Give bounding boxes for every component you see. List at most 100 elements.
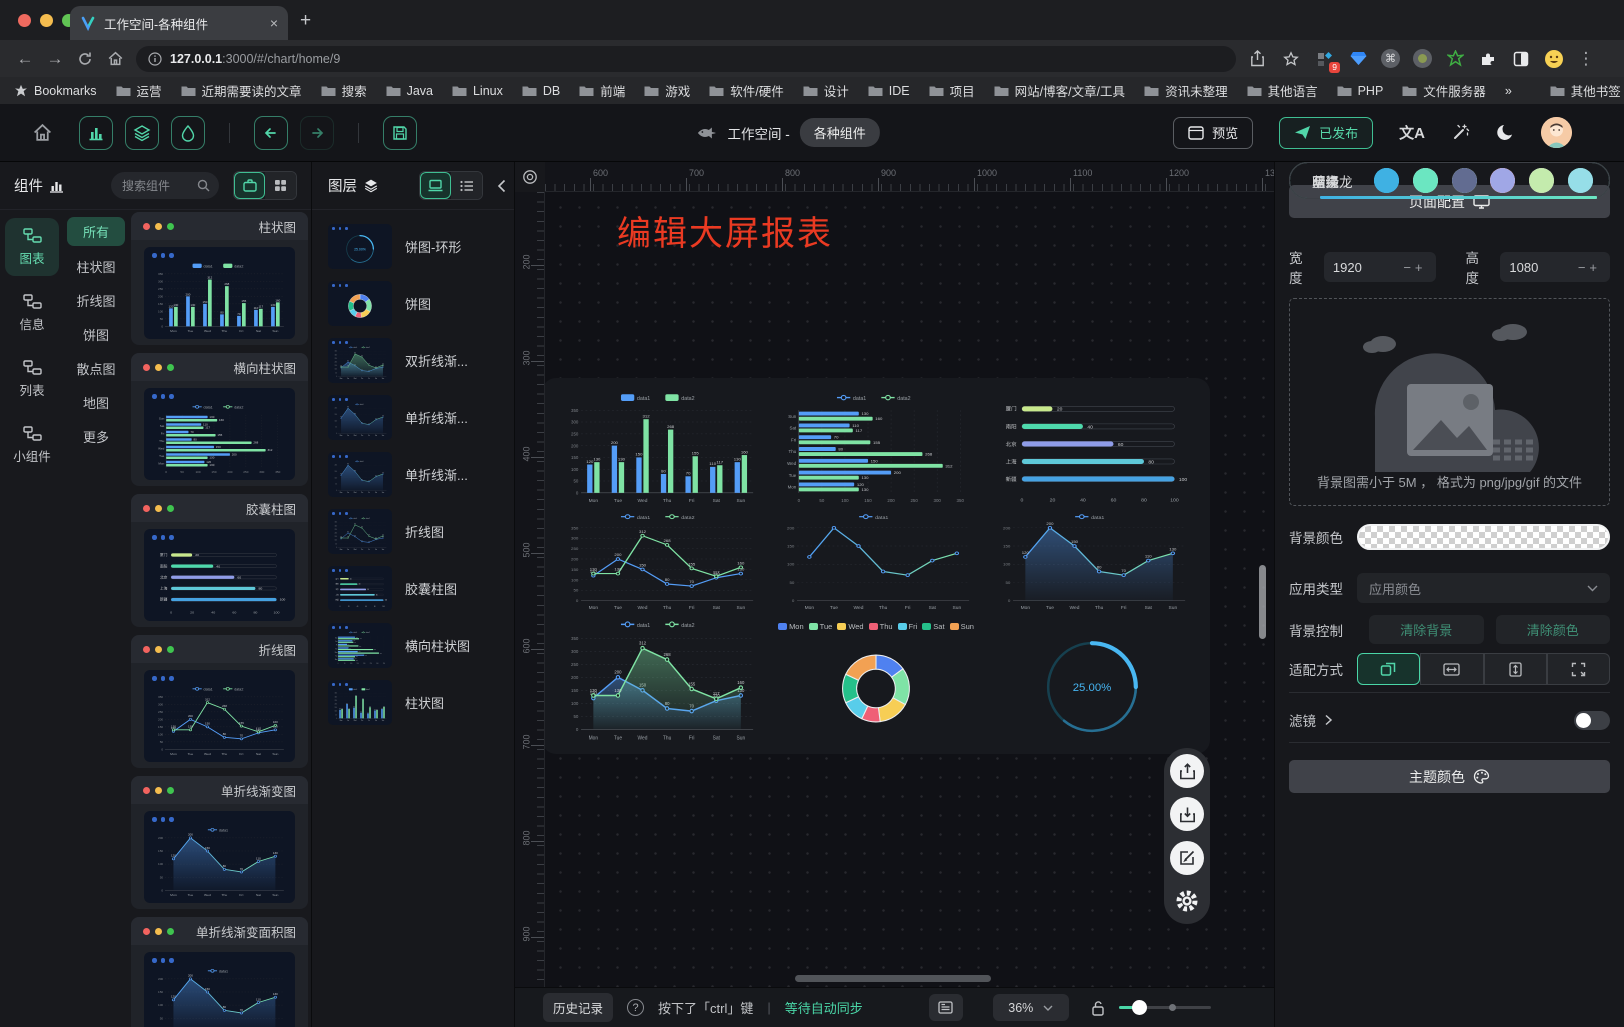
search-input[interactable] — [120, 178, 193, 194]
line-chart-component[interactable]: data1data2050100150200250300350MonTueWed… — [556, 508, 764, 614]
bookmark-folder[interactable]: 近期需要读的文章 — [181, 81, 302, 100]
app-type-select[interactable]: 应用颜色 — [1357, 573, 1610, 603]
bookmark-folder[interactable]: 其他语言 — [1247, 81, 1318, 100]
bookmarks-manager[interactable]: Bookmarks — [14, 84, 97, 98]
bg-color-swatch[interactable] — [1357, 524, 1610, 550]
capsule-chart-component[interactable]: 厦门20南阳40北京60上海80新疆100020406080100 — [988, 388, 1196, 508]
progress-ring-component[interactable]: 25.00% — [988, 614, 1196, 746]
undo-button[interactable] — [254, 116, 288, 150]
layer-item[interactable]: data1050100150200MonTueWedThuFriSatSun12… — [312, 389, 514, 446]
bookmark-folder[interactable]: 文件服务器 — [1402, 81, 1486, 100]
double-line-area-chart-component[interactable]: data1data2050100150200250300350MonTueWed… — [556, 614, 764, 746]
layer-item[interactable]: data1data2050100150200250300350MonTueWed… — [312, 332, 514, 389]
detail-panel-toggle-button[interactable] — [171, 116, 205, 150]
component-search[interactable] — [111, 172, 219, 199]
zoom-select[interactable]: 36% — [993, 994, 1069, 1021]
slider-knob[interactable] — [1132, 1000, 1147, 1015]
bookmark-star-icon[interactable] — [1283, 51, 1299, 67]
language-toggle-icon[interactable]: 文A — [1399, 122, 1425, 143]
rail-tab[interactable]: 图表 — [5, 218, 59, 276]
bookmark-folder[interactable]: 设计 — [803, 81, 849, 100]
browser-menu-icon[interactable]: ⋮ — [1577, 49, 1595, 69]
browser-tab[interactable]: 工作空间-各种组件 × — [70, 6, 288, 40]
clear-color-button[interactable]: 清除颜色 — [1496, 615, 1611, 644]
pie-chart-component[interactable]: MonTueWedThuFriSatSun — [772, 614, 980, 746]
new-tab-button[interactable]: + — [300, 10, 311, 32]
bookmark-folder[interactable]: 游戏 — [644, 81, 690, 100]
category-item[interactable]: 柱状图 — [67, 249, 125, 283]
layer-view-list-button[interactable] — [451, 172, 482, 199]
magic-wand-icon[interactable] — [1451, 123, 1470, 142]
category-item[interactable]: 所有 — [67, 217, 125, 246]
home-icon[interactable] — [100, 50, 130, 67]
gradient-line-chart-component[interactable]: data1050100150200MonTueWedThuFriSatSun — [772, 508, 980, 614]
component-card[interactable]: 单折线渐变图 data1050100150200MonTueWedThuFriS… — [131, 776, 308, 909]
category-item[interactable]: 饼图 — [67, 317, 125, 351]
gem-extension-icon[interactable] — [1348, 49, 1368, 69]
publish-button[interactable]: 已发布 — [1279, 117, 1373, 149]
star-extension-icon[interactable] — [1445, 49, 1465, 69]
toggle-detail-bar-button[interactable] — [929, 994, 963, 1021]
category-item[interactable]: 散点图 — [67, 351, 125, 385]
history-button[interactable]: 历史记录 — [543, 993, 613, 1022]
bookmark-folder[interactable]: DB — [522, 84, 560, 98]
category-item[interactable]: 折线图 — [67, 283, 125, 317]
bookmark-folder[interactable]: Java — [386, 84, 433, 98]
vertical-scrollbar-thumb[interactable] — [1259, 565, 1266, 639]
rail-tab[interactable]: 小组件 — [5, 416, 59, 474]
extension-tiles-icon[interactable]: 9 — [1315, 49, 1335, 69]
layer-item[interactable]: 25.00% 饼图-环形 — [312, 218, 514, 275]
puzzle-extension-icon[interactable] — [1478, 49, 1498, 69]
bookmark-folder[interactable]: 搜索 — [321, 81, 367, 100]
bookmark-folder[interactable]: Linux — [452, 84, 503, 98]
dark-mode-moon-icon[interactable] — [1496, 123, 1515, 142]
category-item[interactable]: 更多 — [67, 419, 125, 453]
other-bookmarks[interactable]: 其他书签 — [1550, 81, 1621, 100]
chevron-right-icon[interactable] — [1324, 714, 1333, 726]
gradient-area-chart-component[interactable]: data1050100150200MonTueWedThuFriSatSun12… — [988, 508, 1196, 614]
share-icon[interactable] — [1250, 50, 1265, 67]
component-card[interactable]: 柱状图 data1data2050100150200250300350MonTu… — [131, 212, 308, 345]
layer-item[interactable]: 厦门20南阳40北京60上海80新疆100020406080100 胶囊柱图 — [312, 560, 514, 617]
save-button[interactable] — [383, 116, 417, 150]
edit-button[interactable] — [1170, 841, 1204, 875]
layer-item[interactable]: 饼图 — [312, 275, 514, 332]
horizontal-scrollbar-thumb[interactable] — [795, 975, 991, 982]
fit-width-button[interactable] — [1420, 653, 1483, 685]
clear-background-button[interactable]: 清除背景 — [1369, 615, 1484, 644]
background-upload-dropzone[interactable]: 背景图需小于 5M ， 格式为 png/jpg/gif 的文件 — [1289, 298, 1610, 506]
command-extension-icon[interactable]: ⌘ — [1381, 49, 1400, 68]
layer-item[interactable]: data1data2050100150200250300350MonTueWed… — [312, 503, 514, 560]
back-icon[interactable]: ← — [10, 49, 40, 69]
forward-icon[interactable]: → — [40, 49, 70, 69]
eye-icon[interactable] — [522, 169, 538, 185]
lock-icon[interactable] — [1091, 1000, 1105, 1016]
height-input[interactable]: 1080−+ — [1500, 252, 1610, 282]
close-window-button[interactable] — [18, 14, 31, 27]
view-mode-grid-button[interactable] — [265, 172, 296, 199]
user-avatar[interactable] — [1541, 117, 1572, 148]
fit-height-button[interactable] — [1484, 653, 1547, 685]
url-bar[interactable]: 127.0.0.1:3000/#/chart/home/9 — [136, 46, 1236, 72]
filter-toggle[interactable] — [1574, 711, 1610, 730]
component-card[interactable]: 胶囊柱图 厦门20南阳40北京60上海80新疆100020406080100 — [131, 494, 308, 627]
fit-stretch-button[interactable] — [1547, 653, 1610, 685]
home-nav-icon[interactable] — [32, 122, 53, 143]
layer-item[interactable]: data1data2050100150200250300350MonTueWed… — [312, 674, 514, 731]
help-icon[interactable]: ? — [627, 999, 644, 1016]
layer-view-thumbnail-button[interactable] — [420, 172, 451, 199]
preview-button[interactable]: 预览 — [1173, 117, 1253, 149]
rail-tab[interactable]: 信息 — [5, 284, 59, 342]
bookmark-folder[interactable]: PHP — [1337, 84, 1384, 98]
bookmark-folder[interactable]: 网站/博客/文章/工具 — [994, 81, 1125, 100]
bookmark-folder[interactable]: 运营 — [116, 81, 162, 100]
view-mode-box-button[interactable] — [234, 172, 265, 199]
redo-button[interactable] — [300, 116, 334, 150]
theme-color-header[interactable]: 主题颜色 — [1289, 760, 1610, 793]
horizontal-bar-chart-component[interactable]: data1data2050100150200250300350MonTueWed… — [772, 388, 980, 508]
export-button[interactable] — [1170, 754, 1204, 788]
fit-scale-button[interactable] — [1357, 653, 1420, 685]
record-extension-icon[interactable] — [1413, 49, 1432, 68]
bookmark-folder[interactable]: IDE — [868, 84, 910, 98]
collapse-panel-icon[interactable] — [497, 179, 506, 193]
